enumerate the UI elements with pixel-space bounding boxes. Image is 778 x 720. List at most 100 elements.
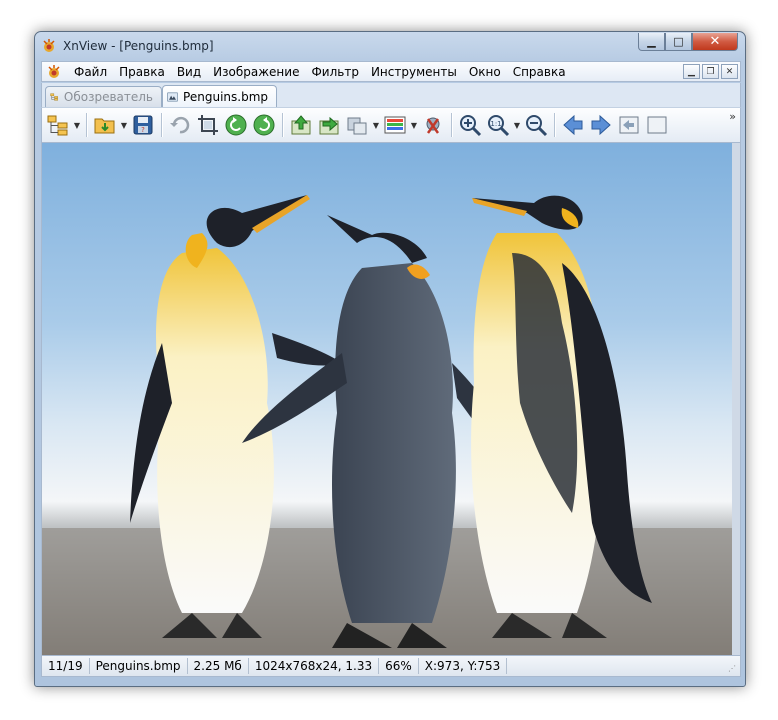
window-title: XnView - [Penguins.bmp] xyxy=(63,39,214,53)
minimize-button[interactable]: ▁ xyxy=(638,33,665,51)
toolbar-separator xyxy=(451,113,452,137)
status-zoom: 66% xyxy=(379,658,419,674)
rotate-right-icon xyxy=(253,114,275,136)
zoom-in-button[interactable] xyxy=(456,111,484,139)
document-menu-icon[interactable] xyxy=(46,64,62,80)
next-image-button[interactable] xyxy=(587,111,615,139)
xnview-app-icon xyxy=(43,39,55,52)
status-bar: 11/19 Penguins.bmp 2.25 Мб 1024x768x24, … xyxy=(41,655,741,677)
rotate-left-button[interactable] xyxy=(222,111,250,139)
zoom-out-icon xyxy=(526,115,548,137)
first-image-button[interactable] xyxy=(615,111,643,139)
previous-file-icon xyxy=(291,115,311,135)
chevron-down-icon: ▼ xyxy=(513,120,521,130)
toolbar-overflow-icon[interactable]: » xyxy=(729,110,736,123)
last-image-icon xyxy=(647,116,667,134)
previous-file-button[interactable] xyxy=(287,111,315,139)
tab-penguins-label: Penguins.bmp xyxy=(183,89,268,104)
status-dimensions: 1024x768x24, 1.33 xyxy=(249,658,380,674)
tab-penguins[interactable]: Penguins.bmp xyxy=(162,85,277,107)
vertical-scrollbar[interactable] xyxy=(732,143,740,655)
browser-icon xyxy=(47,115,68,136)
menu-help[interactable]: Справка xyxy=(507,65,572,79)
close-icon: ✕ xyxy=(709,34,721,49)
restore-icon: ❐ xyxy=(706,66,715,77)
maximize-icon: □ xyxy=(673,35,684,48)
svg-text:?: ? xyxy=(141,126,145,134)
previous-image-button[interactable] xyxy=(559,111,587,139)
doc-close-button[interactable]: ✕ xyxy=(721,64,738,79)
menu-edit[interactable]: Правка xyxy=(113,65,171,79)
arrow-right-icon xyxy=(591,114,611,136)
resize-grip-icon[interactable]: ⋰ xyxy=(728,664,738,674)
chevron-down-icon: ▼ xyxy=(410,120,418,130)
arrow-left-icon xyxy=(563,114,583,136)
color-adjust-icon xyxy=(384,116,406,134)
save-button[interactable]: ? xyxy=(129,111,157,139)
zoom-in-icon xyxy=(460,115,482,137)
menu-bar: Файл Правка Вид Изображение Фильтр Инстр… xyxy=(41,61,741,82)
browser-dropdown[interactable]: ▼ xyxy=(72,111,82,139)
toolbar-separator xyxy=(554,113,555,137)
toolbar-separator xyxy=(282,113,283,137)
color-dropdown[interactable]: ▼ xyxy=(409,111,419,139)
undo-button[interactable] xyxy=(166,111,194,139)
menu-filter[interactable]: Фильтр xyxy=(305,65,364,79)
minimize-icon: ▁ xyxy=(688,66,695,77)
last-image-button[interactable] xyxy=(643,111,671,139)
resize-button[interactable] xyxy=(343,111,371,139)
status-filesize: 2.25 Мб xyxy=(188,658,249,674)
penguins-photo xyxy=(42,143,734,655)
chevron-down-icon: ▼ xyxy=(372,120,380,130)
open-dropdown[interactable]: ▼ xyxy=(119,111,129,139)
zoom-dropdown[interactable]: ▼ xyxy=(512,111,522,139)
close-icon: ✕ xyxy=(725,66,734,77)
status-filename: Penguins.bmp xyxy=(90,658,188,674)
toolbar-separator xyxy=(161,113,162,137)
open-button[interactable] xyxy=(91,111,119,139)
undo-icon xyxy=(170,116,190,134)
zoom-out-button[interactable] xyxy=(522,111,550,139)
tools-icon xyxy=(426,117,440,134)
settings-button[interactable] xyxy=(419,111,447,139)
next-file-icon xyxy=(319,116,339,135)
tab-browser-label: Обозреватель xyxy=(63,90,153,104)
title-bar[interactable]: XnView - [Penguins.bmp] ▁ □ ✕ xyxy=(35,32,745,60)
rotate-left-icon xyxy=(225,114,247,136)
open-folder-icon xyxy=(94,118,115,134)
xnview-window: XnView - [Penguins.bmp] ▁ □ ✕ Файл Правк… xyxy=(34,31,746,687)
next-file-button[interactable] xyxy=(315,111,343,139)
color-adjust-button[interactable] xyxy=(381,111,409,139)
image-file-icon xyxy=(167,92,178,101)
crop-icon xyxy=(198,115,218,135)
maximize-button[interactable]: □ xyxy=(665,33,692,51)
rotate-right-button[interactable] xyxy=(250,111,278,139)
doc-minimize-button[interactable]: ▁ xyxy=(683,64,700,79)
svg-text:1:1: 1:1 xyxy=(490,120,501,128)
chevron-down-icon: ▼ xyxy=(73,120,81,130)
crop-button[interactable] xyxy=(194,111,222,139)
chevron-down-icon: ▼ xyxy=(120,120,128,130)
minimize-icon: ▁ xyxy=(647,35,656,48)
toolbar-separator xyxy=(86,113,87,137)
status-coords: X:973, Y:753 xyxy=(419,658,508,674)
save-icon: ? xyxy=(133,115,153,135)
menu-image[interactable]: Изображение xyxy=(207,65,305,79)
resize-dropdown[interactable]: ▼ xyxy=(371,111,381,139)
resize-icon xyxy=(347,117,367,135)
menu-view[interactable]: Вид xyxy=(171,65,207,79)
image-viewer[interactable] xyxy=(41,143,741,655)
status-index: 11/19 xyxy=(42,658,90,674)
menu-file[interactable]: Файл xyxy=(68,65,113,79)
menu-window[interactable]: Окно xyxy=(463,65,507,79)
close-button[interactable]: ✕ xyxy=(692,33,738,51)
browser-button[interactable] xyxy=(44,111,72,139)
doc-restore-button[interactable]: ❐ xyxy=(702,64,719,79)
tab-browser[interactable]: Обозреватель xyxy=(45,86,162,107)
browser-tree-icon xyxy=(50,93,58,101)
zoom-1to1-button[interactable]: 1:1 xyxy=(484,111,512,139)
tab-bar: Обозреватель Penguins.bmp xyxy=(41,83,741,107)
menu-tools[interactable]: Инструменты xyxy=(365,65,463,79)
toolbar: ▼ ▼ ? ▼ ▼ 1:1 ▼ » xyxy=(41,107,741,143)
first-image-icon xyxy=(619,116,639,134)
